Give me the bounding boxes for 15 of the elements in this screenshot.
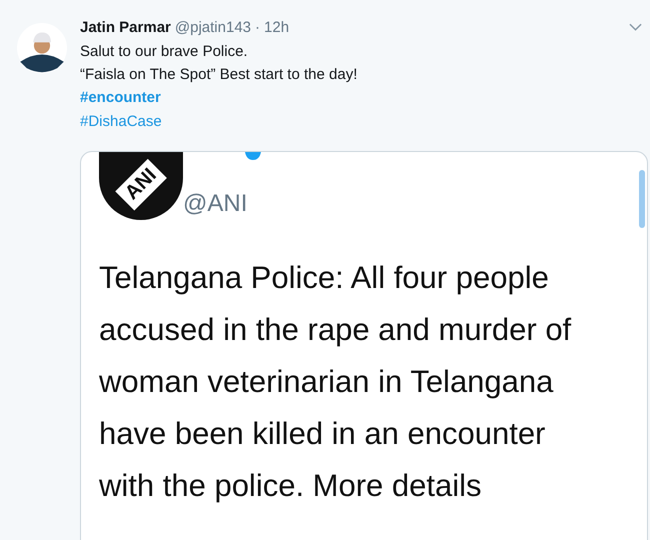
- scrollbar[interactable]: [639, 170, 645, 228]
- separator-dot: ·: [255, 18, 260, 36]
- news-text: Telangana Police: All four people accused in the rape and murder of woman veterinarian in Telangana have been killed in an encounter with the police. More details: [99, 259, 572, 505]
- tweet-text: “Faisla on The Spot” Best start to the day!: [80, 66, 358, 83]
- embedded-image-card[interactable]: ANI @ANI Telangana Police: All four people accused in the rape and murder of woman veterinarian in Telangana have been killed in an encounter with the police. More details: [80, 151, 648, 540]
- hashtag-link[interactable]: #DishaCase: [80, 113, 162, 130]
- account-handle: @ANI: [183, 190, 248, 218]
- hashtag-link[interactable]: #encounter: [80, 89, 161, 106]
- tweet-time[interactable]: 12h: [264, 18, 290, 36]
- news-logo: ANI: [99, 152, 183, 220]
- user-name[interactable]: Jatin Parmar: [80, 18, 171, 36]
- user-handle[interactable]: @pjatin143: [174, 18, 252, 36]
- tweet-text: Salut to our brave Police.: [80, 43, 249, 60]
- chevron-down-icon[interactable]: [629, 23, 642, 31]
- verified-badge-icon: [243, 152, 263, 160]
